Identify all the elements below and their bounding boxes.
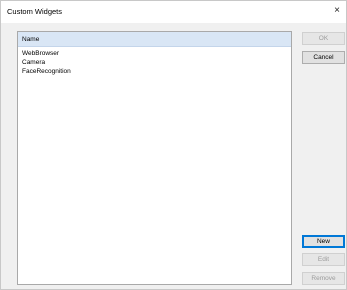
list-header-label: Name [22, 36, 40, 43]
close-icon[interactable]: × [330, 4, 344, 18]
cancel-button[interactable]: Cancel [302, 51, 345, 64]
window-title: Custom Widgets [7, 7, 63, 16]
title-bar[interactable]: Custom Widgets × [1, 1, 346, 23]
new-button[interactable]: New [302, 235, 345, 248]
remove-button[interactable]: Remove [302, 272, 345, 285]
list-item[interactable]: FaceRecognition [22, 67, 71, 76]
list-items: WebBrowser Camera FaceRecognition [22, 49, 71, 76]
custom-widgets-dialog: Custom Widgets × Name WebBrowser Camera … [0, 0, 347, 290]
widget-list[interactable]: Name WebBrowser Camera FaceRecognition [17, 31, 292, 285]
list-header-name[interactable]: Name [18, 32, 291, 47]
ok-button[interactable]: OK [302, 32, 345, 45]
list-item[interactable]: Camera [22, 58, 71, 67]
edit-button[interactable]: Edit [302, 253, 345, 266]
list-item[interactable]: WebBrowser [22, 49, 71, 58]
